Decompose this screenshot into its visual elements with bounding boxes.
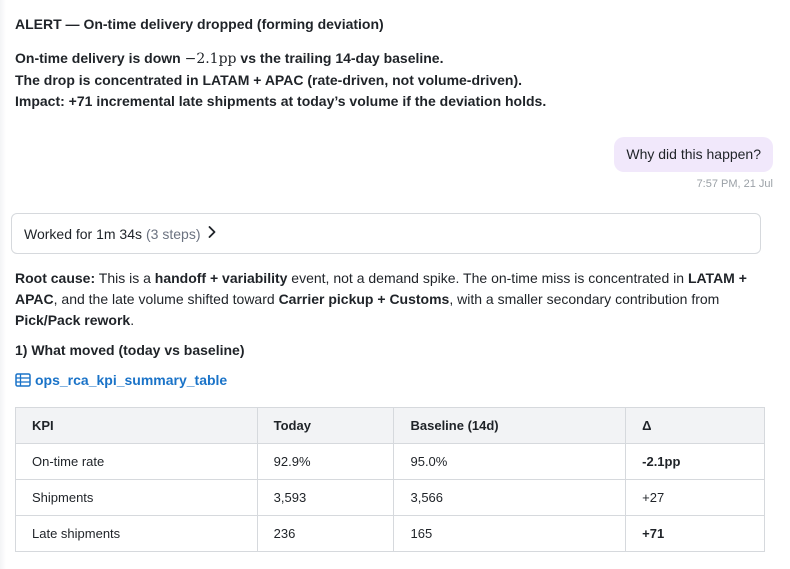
root-cause-text-5: . [130, 312, 135, 328]
root-cause-bold-1: handoff + variability [154, 270, 288, 286]
alert-title: ALERT — On-time delivery dropped (formin… [15, 16, 384, 32]
message-timestamp: 7:57 PM, 21 Jul [696, 178, 773, 190]
kpi-summary-table: KPI Today Baseline (14d) Δ On-time rate … [15, 407, 765, 552]
column-header-kpi: KPI [15, 407, 258, 444]
cell-baseline: 3,566 [393, 479, 627, 516]
cell-kpi: On-time rate [15, 443, 258, 480]
cell-kpi: Shipments [15, 479, 258, 516]
section-heading: 1) What moved (today vs baseline) [15, 342, 245, 358]
alert-line-2: The drop is concentrated in LATAM + APAC… [15, 72, 523, 88]
cell-delta: +71 [625, 515, 765, 552]
alert-message: ALERT — On-time delivery dropped (formin… [15, 14, 755, 112]
column-header-baseline: Baseline (14d) [393, 407, 627, 444]
worked-duration-label: Worked for 1m 34s [24, 225, 143, 242]
table-header-row: KPI Today Baseline (14d) Δ [15, 407, 765, 444]
table-row: Late shipments 236 165 +71 [15, 515, 765, 552]
cell-kpi: Late shipments [15, 515, 258, 552]
column-header-today: Today [256, 407, 395, 444]
kpi-table-link-label: ops_rca_kpi_summary_table [35, 372, 228, 388]
alert-line-1-prefix: On-time delivery is down [15, 50, 185, 66]
table-icon [15, 373, 31, 387]
root-cause-label: Root cause: [15, 270, 96, 286]
worked-steps-count: (3 steps) [146, 225, 201, 242]
cell-today: 3,593 [256, 479, 395, 516]
table-row: On-time rate 92.9% 95.0% -2.1pp [15, 443, 765, 480]
root-cause-paragraph: Root cause: This is a handoff + variabil… [15, 268, 760, 331]
left-edge-shadow [0, 0, 6, 569]
root-cause-bold-3: Carrier pickup + Customs [278, 291, 450, 307]
alert-line-3: Impact: +71 incremental late shipments a… [15, 93, 547, 109]
cell-baseline: 165 [393, 515, 627, 552]
root-cause-text-4: , with a smaller secondary contribution … [449, 291, 720, 307]
alert-delta-value: −2.1pp [184, 51, 237, 67]
chevron-right-icon [208, 226, 216, 241]
alert-body: On-time delivery is down −2.1pp vs the t… [15, 48, 755, 112]
alert-line-1-suffix: vs the trailing 14-day baseline. [236, 50, 444, 66]
root-cause-text-1: This is a [95, 270, 155, 286]
cell-baseline: 95.0% [393, 443, 627, 480]
worked-steps-toggle[interactable]: Worked for 1m 34s (3 steps) [11, 213, 761, 254]
alert-line-1: On-time delivery is down −2.1pp vs the t… [15, 48, 755, 70]
kpi-table-link[interactable]: ops_rca_kpi_summary_table [15, 372, 227, 388]
cell-delta: -2.1pp [625, 443, 765, 480]
user-message-bubble: Why did this happen? [614, 137, 773, 172]
root-cause-bold-4: Pick/Pack rework [15, 312, 131, 328]
cell-today: 236 [256, 515, 395, 552]
cell-today: 92.9% [256, 443, 395, 480]
cell-delta: +27 [625, 479, 765, 516]
root-cause-text-2: event, not a demand spike. The on-time m… [287, 270, 688, 286]
table-row: Shipments 3,593 3,566 +27 [15, 479, 765, 516]
column-header-delta: Δ [625, 407, 765, 444]
root-cause-text-3: , and the late volume shifted toward [53, 291, 279, 307]
